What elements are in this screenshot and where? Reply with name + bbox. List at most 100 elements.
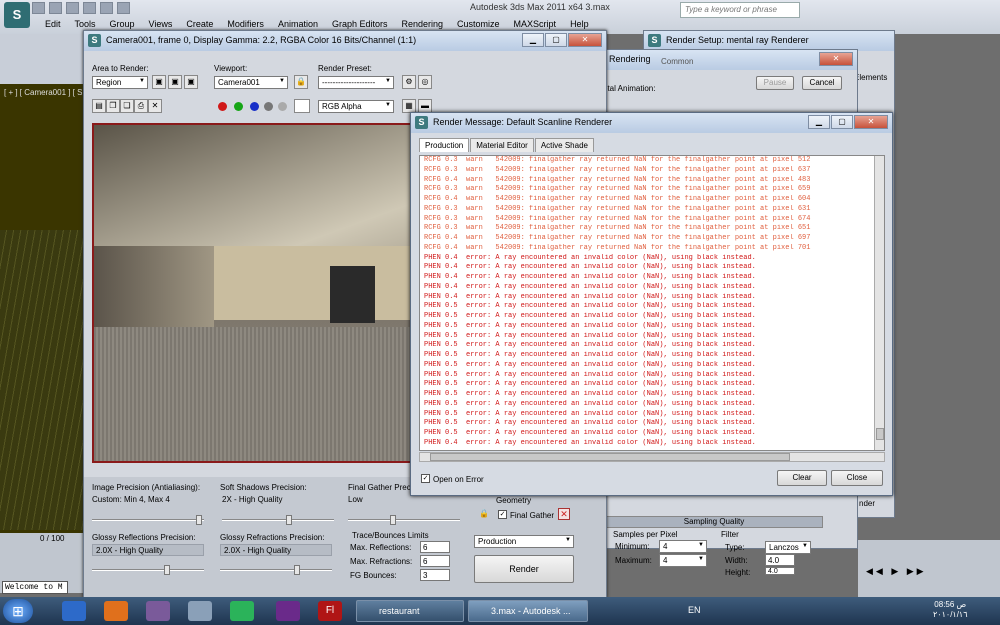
final-gather-checkbox[interactable]: ✓ [498,510,507,519]
taskbar-3dsmax[interactable]: 3.max - Autodesk ... [468,600,588,622]
tab-production[interactable]: Production [419,138,470,152]
start-button[interactable]: ⊞ [3,599,33,623]
network-icon[interactable] [188,601,212,621]
horizontal-scrollbar[interactable] [419,452,885,462]
close-button[interactable]: Close [831,470,883,486]
app-logo-icon[interactable]: S [4,2,30,28]
redo-icon[interactable] [100,2,113,14]
render-mode-select[interactable]: Production [474,535,574,548]
monochrome-icon[interactable] [278,102,287,111]
tab-active-shade[interactable]: Active Shade [534,138,594,152]
tab-elements[interactable]: Elements [854,73,887,82]
max-refractions-field[interactable]: 6 [420,555,450,567]
internet-explorer-icon[interactable] [62,601,86,621]
minimize-icon[interactable]: ▁ [808,115,830,129]
minimum-select[interactable]: 4 [659,540,707,553]
clear-icon[interactable]: ✕ [148,99,162,113]
lock-icon[interactable]: 🔒 [479,509,489,520]
edit-region-icon[interactable]: ▣ [152,75,166,89]
toggle-ui-overlay-icon[interactable]: ▦ [402,99,416,113]
taskbar-restaurant[interactable]: restaurant [356,600,464,622]
auto-region-icon[interactable]: ▣ [168,75,182,89]
color-swatch[interactable] [294,99,310,113]
menu-maxscript[interactable]: MAXScript [507,18,564,30]
image-precision-slider[interactable] [92,519,204,521]
filter-height-field[interactable]: 4.0 [765,567,795,575]
close-icon[interactable]: ✕ [568,33,602,47]
flash-icon[interactable]: Fl [318,601,342,621]
menu-create[interactable]: Create [179,18,220,30]
render-setup-icon[interactable]: ⚙ [402,75,416,89]
menu-edit[interactable]: Edit [38,18,68,30]
menu-graph-editors[interactable]: Graph Editors [325,18,395,30]
glossy-reflections-thumb[interactable] [164,565,170,575]
menu-help[interactable]: Help [563,18,596,30]
hold-icon[interactable] [117,2,130,14]
sampling-quality-rollout[interactable]: Sampling Quality [605,516,823,528]
render-button-partial[interactable]: nder [859,499,875,508]
open-file-icon[interactable] [49,2,62,14]
red-channel-icon[interactable] [218,102,227,111]
final-gather-thumb[interactable] [390,515,396,525]
glossy-refractions-thumb[interactable] [294,565,300,575]
message-log[interactable]: RCFG 0.3 warn 542009: finalgather ray re… [419,155,885,451]
minimize-icon[interactable]: ▁ [522,33,544,47]
environment-icon[interactable]: ◎ [418,75,432,89]
open-on-error-checkbox[interactable]: ✓ [421,474,430,483]
close-icon[interactable]: ✕ [854,115,888,129]
toggle-ui-icon[interactable]: ▬ [418,99,432,113]
copy-image-icon[interactable]: ❐ [106,99,120,113]
menu-animation[interactable]: Animation [271,18,325,30]
timeline-counter[interactable]: 0 / 100 [40,534,64,543]
maximum-select[interactable]: 4 [659,554,707,567]
display-channel-select[interactable]: RGB Alpha [318,100,394,113]
maximize-icon[interactable]: ▢ [545,33,567,47]
system-clock[interactable]: 08:56 ص ٢٠١٠/١/١٦ [933,600,968,620]
save-icon[interactable] [66,2,79,14]
winrar-icon[interactable] [146,601,170,621]
image-precision-thumb[interactable] [196,515,202,525]
print-icon[interactable]: ⎙ [134,99,148,113]
final-gather-slider[interactable] [348,519,460,521]
clear-button[interactable]: Clear [777,470,827,486]
undo-icon[interactable] [83,2,96,14]
alpha-channel-icon[interactable] [264,102,273,111]
clone-frame-icon[interactable]: ❏ [120,99,134,113]
soft-shadows-slider[interactable] [222,519,334,521]
menu-group[interactable]: Group [103,18,142,30]
close-icon[interactable]: ✕ [819,52,853,66]
language-indicator[interactable]: EN [688,605,701,615]
green-channel-icon[interactable] [234,102,243,111]
menu-rendering[interactable]: Rendering [395,18,451,30]
viewport-label[interactable]: [ + ] [ Camera001 ] [ Sm [4,88,89,97]
new-file-icon[interactable] [32,2,45,14]
scroll-thumb[interactable] [430,453,790,461]
menu-tools[interactable]: Tools [68,18,103,30]
glossy-reflections-slider[interactable] [92,569,204,571]
pause-button[interactable]: Pause [756,76,794,90]
soft-shadows-thumb[interactable] [286,515,292,525]
menu-customize[interactable]: Customize [450,18,507,30]
blue-channel-icon[interactable] [250,102,259,111]
app-icon[interactable] [230,601,254,621]
vertical-scrollbar[interactable] [874,156,884,450]
yahoo-messenger-icon[interactable] [276,601,300,621]
max-reflections-field[interactable]: 6 [420,541,450,553]
tab-material-editor[interactable]: Material Editor [470,138,534,152]
render-preset-select[interactable]: -------------------- [318,76,394,89]
menu-modifiers[interactable]: Modifiers [220,18,271,30]
region-select-icon[interactable]: ▣ [184,75,198,89]
search-input[interactable]: Type a keyword or phrase [680,2,800,18]
menu-views[interactable]: Views [142,18,180,30]
filter-type-select[interactable]: Lanczos [765,541,811,554]
lock-icon[interactable]: 🔒 [294,75,308,89]
tab-common[interactable]: Common [661,57,693,66]
maximize-icon[interactable]: ▢ [831,115,853,129]
cancel-button[interactable]: Cancel [802,76,842,90]
render-button[interactable]: Render [474,555,574,583]
viewport-select[interactable]: Camera001 [214,76,288,89]
firefox-icon[interactable] [104,601,128,621]
save-image-icon[interactable]: ▤ [92,99,106,113]
scroll-thumb[interactable] [876,428,884,440]
filter-width-field[interactable]: 4.0 [765,554,795,566]
